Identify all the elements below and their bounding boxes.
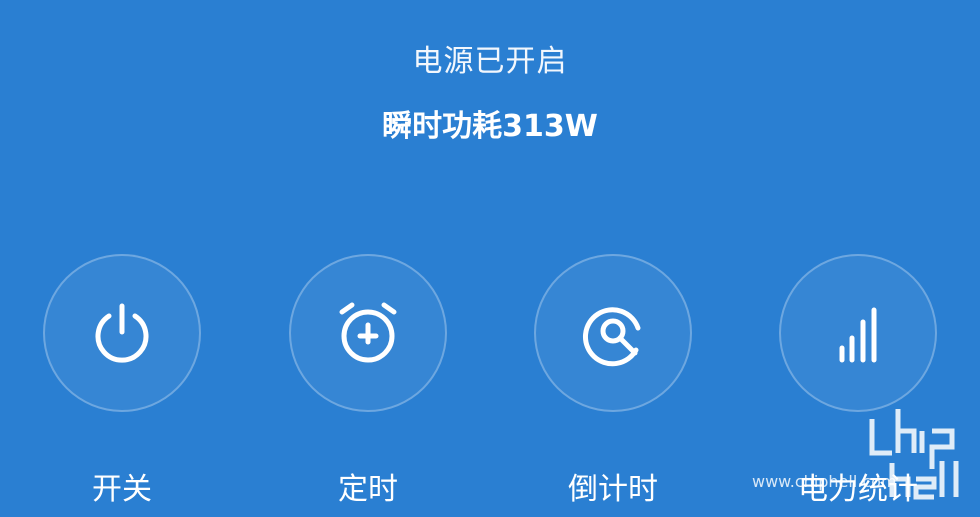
power-status-text: 电源已开启	[412, 44, 568, 79]
power-toggle-label: 开关	[92, 472, 152, 507]
timer-control: 定时	[288, 254, 448, 507]
countdown-label: 倒计时	[568, 472, 658, 507]
power-toggle-button[interactable]	[43, 254, 201, 412]
power-stats-button[interactable]	[779, 254, 937, 412]
power-icon	[95, 303, 149, 363]
countdown-icon	[583, 307, 641, 367]
instant-power-reading: 瞬时功耗313W	[382, 109, 598, 144]
alarm-clock-icon	[339, 302, 397, 363]
bar-chart-icon	[839, 307, 877, 363]
power-toggle-control: 开关	[42, 254, 202, 507]
countdown-control: 倒计时	[533, 254, 693, 507]
power-stats-label: 电力统计	[798, 472, 918, 507]
timer-button[interactable]	[289, 254, 447, 412]
timer-label: 定时	[338, 472, 398, 507]
countdown-button[interactable]	[534, 254, 692, 412]
power-stats-control: 电力统计	[778, 254, 938, 507]
